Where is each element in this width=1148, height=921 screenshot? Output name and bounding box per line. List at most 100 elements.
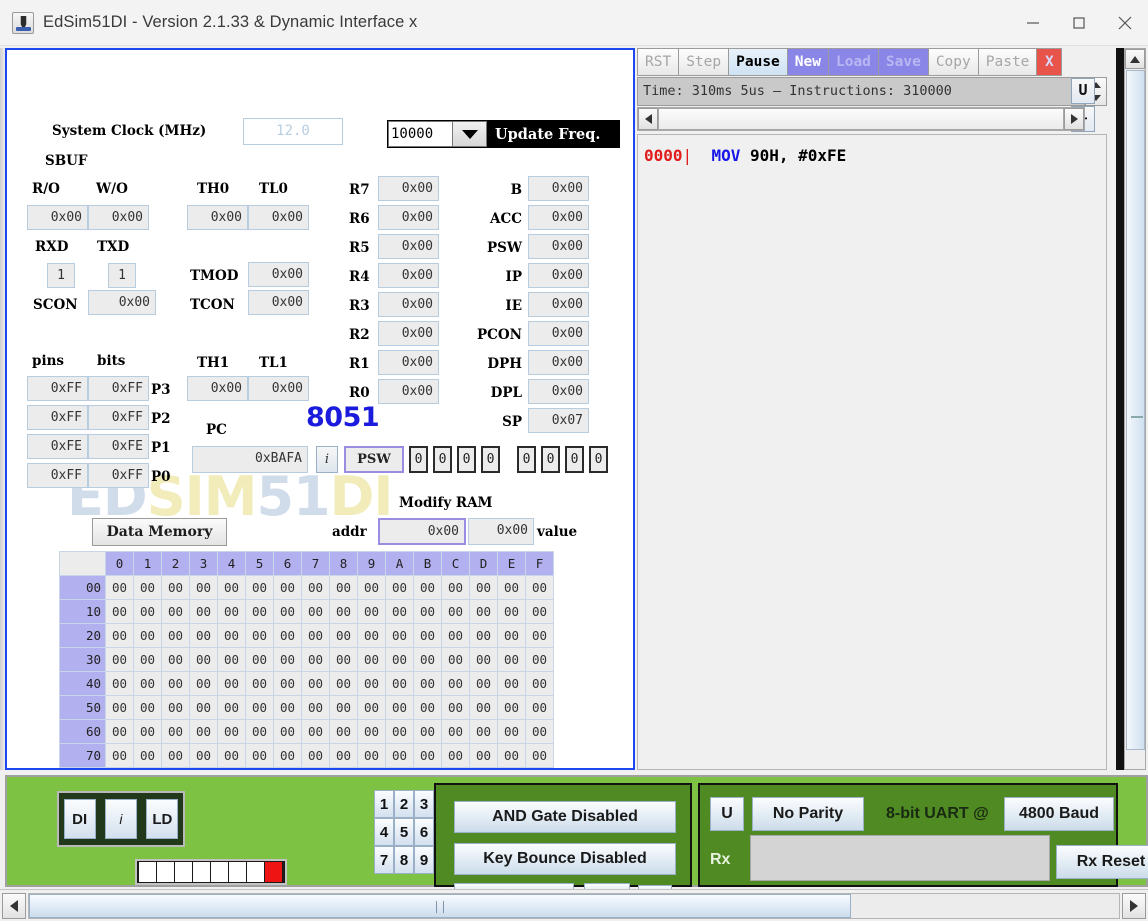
memory-cell[interactable]: 00 bbox=[133, 599, 162, 624]
memory-cell[interactable]: 00 bbox=[329, 623, 358, 648]
system-clock-field[interactable]: 12.0 bbox=[243, 118, 343, 145]
register-value-field[interactable]: 0x00 bbox=[378, 379, 439, 404]
keypad-key-6[interactable]: 6 bbox=[414, 818, 434, 846]
bottom-scroll-track[interactable] bbox=[28, 892, 1120, 919]
port-pins-field[interactable]: 0xFF bbox=[27, 463, 88, 488]
memory-cell[interactable]: 00 bbox=[301, 743, 330, 768]
bottom-scroll-thumb[interactable] bbox=[29, 893, 851, 918]
th0-field[interactable]: 0x00 bbox=[187, 205, 248, 230]
memory-cell[interactable]: 00 bbox=[441, 599, 470, 624]
memory-cell[interactable]: 00 bbox=[469, 695, 498, 720]
memory-cell[interactable]: 00 bbox=[301, 695, 330, 720]
info-icon[interactable]: i bbox=[316, 446, 338, 473]
memory-cell[interactable]: 00 bbox=[525, 671, 554, 696]
memory-cell[interactable]: 00 bbox=[189, 623, 218, 648]
memory-cell[interactable]: 00 bbox=[273, 575, 302, 600]
memory-cell[interactable]: 00 bbox=[329, 599, 358, 624]
memory-cell[interactable]: 00 bbox=[133, 623, 162, 648]
toolbar-button-copy[interactable]: Copy bbox=[927, 48, 979, 76]
sfr-value-field[interactable]: 0x00 bbox=[528, 292, 589, 317]
memory-cell[interactable]: 00 bbox=[497, 647, 526, 672]
parity-button[interactable]: No Parity bbox=[752, 797, 864, 831]
memory-cell[interactable]: 00 bbox=[161, 623, 190, 648]
sfr-value-field[interactable]: 0x07 bbox=[528, 408, 589, 433]
memory-cell[interactable]: 00 bbox=[245, 743, 274, 768]
memory-cell[interactable]: 00 bbox=[189, 647, 218, 672]
memory-cell[interactable]: 00 bbox=[525, 575, 554, 600]
port-pins-field[interactable]: 0xFF bbox=[27, 405, 88, 430]
rx-reset-button[interactable]: Rx Reset bbox=[1056, 845, 1148, 879]
memory-cell[interactable]: 00 bbox=[385, 599, 414, 624]
memory-cell[interactable]: 00 bbox=[385, 575, 414, 600]
memory-cell[interactable]: 00 bbox=[217, 647, 246, 672]
register-value-field[interactable]: 0x00 bbox=[378, 176, 439, 201]
rxd-field[interactable]: 1 bbox=[47, 263, 75, 288]
memory-cell[interactable]: 00 bbox=[413, 743, 442, 768]
psw-bit[interactable]: 0 bbox=[589, 446, 608, 473]
toolbar-button-rst[interactable]: RST bbox=[637, 48, 680, 76]
tmod-field[interactable]: 0x00 bbox=[248, 262, 309, 287]
register-value-field[interactable]: 0x00 bbox=[378, 350, 439, 375]
ram-value-field[interactable]: 0x00 bbox=[468, 518, 534, 545]
memory-cell[interactable]: 00 bbox=[357, 623, 386, 648]
uart-u-button[interactable]: U bbox=[710, 797, 744, 831]
keypad-key-5[interactable]: 5 bbox=[394, 818, 414, 846]
memory-cell[interactable]: 00 bbox=[245, 575, 274, 600]
memory-cell[interactable]: 00 bbox=[273, 599, 302, 624]
memory-cell[interactable]: 00 bbox=[413, 623, 442, 648]
psw-bit[interactable]: 0 bbox=[457, 446, 476, 473]
scroll-right-icon-bottom[interactable] bbox=[1122, 892, 1146, 919]
vscroll-thumb[interactable] bbox=[1126, 70, 1145, 750]
minimize-icon[interactable] bbox=[1010, 0, 1056, 46]
scon-field[interactable]: 0x00 bbox=[88, 290, 156, 315]
code-line[interactable]: 0000| MOV 90H, #0xFE bbox=[644, 145, 1106, 167]
memory-cell[interactable]: 00 bbox=[441, 623, 470, 648]
scroll-up-icon[interactable] bbox=[1125, 49, 1145, 69]
memory-cell[interactable]: 00 bbox=[189, 719, 218, 744]
memory-cell[interactable]: 00 bbox=[133, 695, 162, 720]
port-pins-field[interactable]: 0xFF bbox=[27, 376, 88, 401]
memory-cell[interactable]: 00 bbox=[189, 743, 218, 768]
memory-cell[interactable]: 00 bbox=[357, 743, 386, 768]
memory-cell[interactable]: 00 bbox=[329, 695, 358, 720]
memory-cell[interactable]: 00 bbox=[189, 575, 218, 600]
memory-cell[interactable]: 00 bbox=[273, 695, 302, 720]
window-horizontal-scrollbar[interactable] bbox=[0, 889, 1148, 921]
memory-cell[interactable]: 00 bbox=[133, 719, 162, 744]
memory-cell[interactable]: 00 bbox=[497, 695, 526, 720]
memory-cell[interactable]: 00 bbox=[385, 743, 414, 768]
memory-cell[interactable]: 00 bbox=[105, 623, 134, 648]
keypad-key-2[interactable]: 2 bbox=[394, 790, 414, 818]
psw-bit[interactable]: 0 bbox=[541, 446, 560, 473]
memory-cell[interactable]: 00 bbox=[161, 743, 190, 768]
keypad-key-7[interactable]: 7 bbox=[374, 846, 394, 874]
code-horizontal-scrollbar[interactable] bbox=[637, 107, 1085, 131]
display-key-ld[interactable]: LD bbox=[146, 799, 179, 839]
psw-button[interactable]: PSW bbox=[344, 446, 404, 473]
code-editor[interactable]: 0000| MOV 90H, #0xFE bbox=[637, 134, 1107, 770]
toolbar-button-x[interactable]: X bbox=[1036, 48, 1063, 76]
sfr-value-field[interactable]: 0x00 bbox=[528, 263, 589, 288]
memory-cell[interactable]: 00 bbox=[357, 599, 386, 624]
psw-bit[interactable]: 0 bbox=[517, 446, 536, 473]
scroll-left-icon[interactable] bbox=[638, 108, 658, 130]
memory-cell[interactable]: 00 bbox=[161, 575, 190, 600]
keypad-key-4[interactable]: 4 bbox=[374, 818, 394, 846]
memory-cell[interactable]: 00 bbox=[357, 647, 386, 672]
memory-cell[interactable]: 00 bbox=[357, 575, 386, 600]
memory-cell[interactable]: 00 bbox=[525, 719, 554, 744]
memory-cell[interactable]: 00 bbox=[469, 743, 498, 768]
memory-cell[interactable]: 00 bbox=[385, 647, 414, 672]
th1-field[interactable]: 0x00 bbox=[187, 376, 248, 401]
memory-cell[interactable]: 00 bbox=[273, 671, 302, 696]
port-bits-field[interactable]: 0xFF bbox=[88, 463, 149, 488]
register-value-field[interactable]: 0x00 bbox=[378, 321, 439, 346]
memory-cell[interactable]: 00 bbox=[497, 671, 526, 696]
sfr-value-field[interactable]: 0x00 bbox=[528, 205, 589, 230]
register-value-field[interactable]: 0x00 bbox=[378, 205, 439, 230]
memory-cell[interactable]: 00 bbox=[301, 719, 330, 744]
memory-cell[interactable]: 00 bbox=[161, 695, 190, 720]
memory-cell[interactable]: 00 bbox=[245, 719, 274, 744]
memory-cell[interactable]: 00 bbox=[133, 575, 162, 600]
memory-cell[interactable]: 00 bbox=[469, 575, 498, 600]
